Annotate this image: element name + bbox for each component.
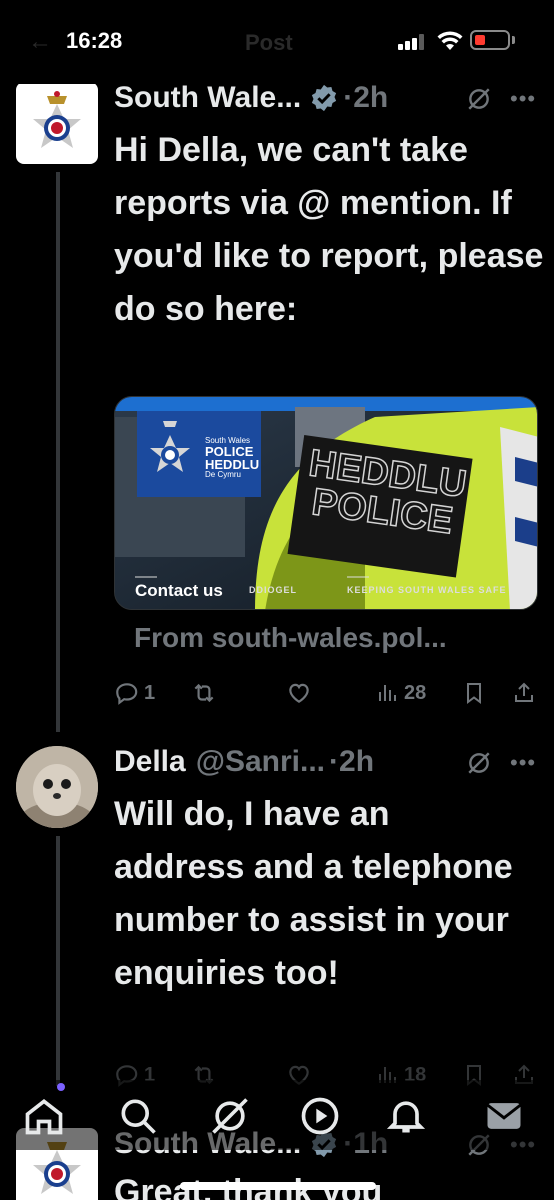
battery-icon bbox=[470, 30, 510, 50]
card-source[interactable]: From south-wales.pol... bbox=[134, 622, 447, 654]
card-title: Contact us bbox=[135, 581, 223, 600]
reply-button[interactable]: 1 bbox=[114, 680, 155, 706]
status-bar: ← Post 16:28 bbox=[0, 0, 554, 84]
share-button[interactable] bbox=[512, 680, 536, 706]
page-title: Post bbox=[245, 30, 293, 55]
like-icon bbox=[289, 683, 309, 703]
share-icon bbox=[515, 682, 533, 702]
police-badge-icon bbox=[33, 91, 81, 148]
bottom-nav bbox=[0, 1080, 554, 1150]
clock: 16:28 bbox=[66, 28, 123, 53]
separator-dot: · bbox=[329, 745, 340, 778]
like-button[interactable] bbox=[286, 680, 312, 706]
video-icon[interactable] bbox=[298, 1094, 342, 1138]
card-footer-text: KEEPING SOUTH WALES SAFE bbox=[347, 585, 507, 595]
author-name[interactable]: Della bbox=[114, 745, 186, 779]
home-indicator bbox=[180, 1182, 376, 1190]
author-handle[interactable]: @Sanri... bbox=[196, 745, 325, 779]
bookmark-icon bbox=[467, 683, 481, 704]
wifi-icon bbox=[437, 31, 463, 50]
bookmark-button[interactable] bbox=[462, 680, 486, 706]
unread-dot bbox=[57, 1083, 65, 1091]
card-footer-text: DDIOGEL bbox=[249, 585, 298, 595]
grok-icon[interactable] bbox=[466, 86, 492, 112]
back-arrow-icon[interactable]: ← bbox=[28, 28, 52, 56]
avatar[interactable] bbox=[16, 82, 98, 164]
search-icon[interactable] bbox=[116, 1094, 160, 1138]
tweet-header: South Wale... · 2h bbox=[114, 78, 388, 118]
repost-icon bbox=[194, 683, 214, 703]
battery-tip bbox=[512, 36, 515, 44]
action-bar: 1 28 bbox=[114, 680, 544, 712]
reply-count: 1 bbox=[144, 681, 156, 704]
views-count: 28 bbox=[404, 681, 427, 704]
logo-line: De Cymru bbox=[205, 470, 242, 479]
messages-icon[interactable] bbox=[482, 1094, 526, 1138]
verified-badge-icon bbox=[312, 84, 337, 112]
repost-button[interactable] bbox=[190, 680, 218, 706]
more-icon[interactable]: ••• bbox=[510, 86, 536, 112]
thread-line bbox=[56, 172, 60, 732]
card-logo-text: South Wales POLICE HEDDLU De Cymru bbox=[205, 437, 259, 479]
grok-icon[interactable] bbox=[466, 750, 492, 776]
grok-tab-icon[interactable] bbox=[208, 1094, 252, 1138]
home-icon[interactable] bbox=[22, 1094, 66, 1138]
views-icon bbox=[379, 685, 396, 701]
thread-line bbox=[56, 836, 60, 1086]
reply-icon bbox=[116, 683, 138, 705]
separator-dot: · bbox=[343, 81, 354, 114]
views-button[interactable]: 28 bbox=[376, 680, 426, 706]
link-card[interactable]: South Wales POLICE HEDDLU De Cymru HEDDL… bbox=[114, 396, 538, 610]
timestamp[interactable]: 2h bbox=[353, 81, 388, 115]
tweet-text: Will do, I have an address and a telepho… bbox=[114, 795, 513, 992]
signal-icon bbox=[398, 34, 428, 50]
tweet-text: Hi Della, we can't take reports via @ me… bbox=[114, 131, 544, 328]
timestamp[interactable]: 2h bbox=[339, 745, 374, 779]
seal-avatar bbox=[16, 746, 98, 828]
tweet-header: Della @Sanri... · 2h bbox=[114, 742, 374, 782]
avatar[interactable] bbox=[16, 746, 98, 828]
more-icon[interactable]: ••• bbox=[510, 750, 536, 776]
author-name[interactable]: South Wale... bbox=[114, 81, 301, 115]
notifications-icon[interactable] bbox=[384, 1094, 428, 1138]
